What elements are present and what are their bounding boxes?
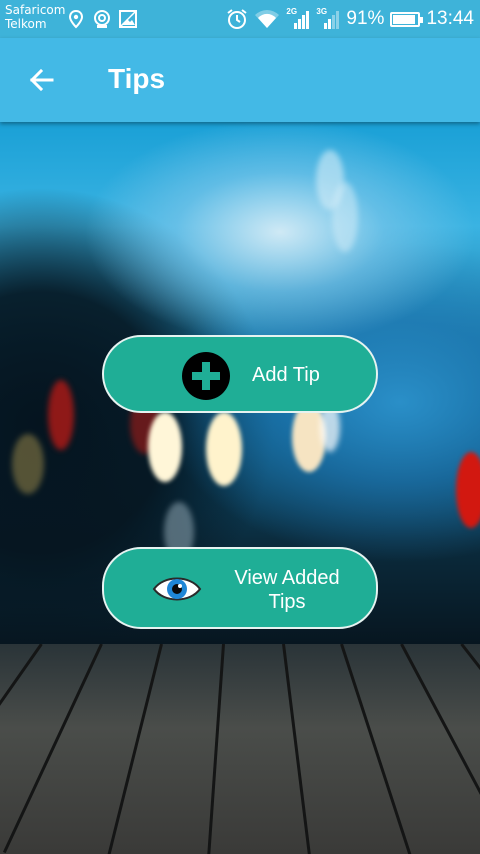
page-title: Tips [108, 63, 166, 94]
status-right: 2G 3G 91% 13:44 [226, 0, 474, 38]
floor-plank-line [340, 644, 415, 854]
wifi-icon [255, 10, 280, 28]
battery-icon [390, 11, 424, 27]
alarm-icon [227, 9, 248, 29]
floor-plank-line [400, 644, 480, 848]
view-label-line-1: View Added [234, 567, 340, 589]
arrow-left-icon[interactable] [22, 60, 62, 100]
floor-plank-line [460, 644, 480, 827]
bokeh-light [456, 452, 480, 528]
bokeh-light [12, 434, 44, 494]
status-bar: Safaricom Telkom 2G 3G 91% 13:44 [0, 0, 480, 38]
app-bar: Tips [0, 38, 480, 122]
bokeh-light [332, 182, 358, 252]
add-tip-label: Add Tip [252, 364, 320, 386]
add-tip-button[interactable]: Add Tip [102, 335, 378, 413]
view-added-tips-button[interactable]: View Added Tips [102, 547, 378, 629]
bokeh-light [148, 412, 182, 482]
carrier-names: Safaricom Telkom [5, 3, 65, 31]
signal-icon: 2G [286, 7, 310, 30]
floor-plank-line [282, 644, 314, 854]
location-icon [68, 9, 84, 29]
plus-circle-icon [182, 352, 230, 400]
battery-percent: 91% [346, 8, 385, 29]
eye-icon [152, 577, 202, 601]
carrier-1: Safaricom [5, 3, 66, 17]
bokeh-light [48, 380, 74, 450]
battery-fill [393, 14, 416, 24]
floor-plank-line [104, 644, 163, 854]
signal-icon: 3G [316, 7, 340, 30]
hotspot-icon [94, 10, 110, 28]
floor-plank-line [205, 644, 225, 854]
carrier-2: Telkom [5, 17, 47, 31]
bokeh-light [206, 412, 242, 486]
wooden-floor [0, 644, 480, 854]
view-label-line-2: Tips [268, 591, 306, 613]
floor-plank-line [0, 644, 43, 834]
clock: 13:44 [426, 8, 474, 29]
view-added-tips-label: View Added Tips [222, 566, 352, 614]
image-icon [119, 10, 137, 28]
